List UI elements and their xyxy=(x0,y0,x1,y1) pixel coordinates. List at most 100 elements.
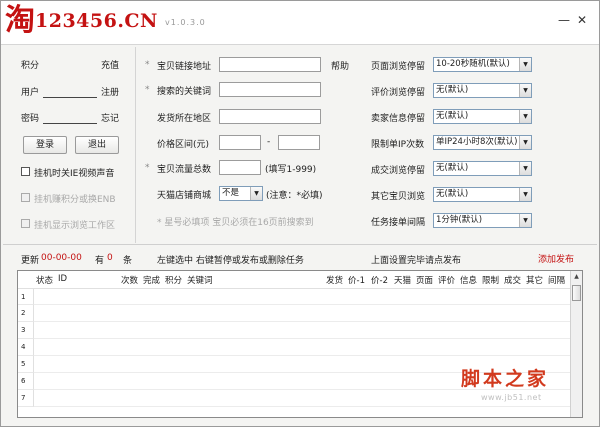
dwell-seller-select-value: 无(默认) xyxy=(436,111,469,121)
chevron-down-icon: ▼ xyxy=(519,110,531,123)
traffic-input[interactable] xyxy=(219,160,261,175)
dwell-review-select-value: 无(默认) xyxy=(436,85,469,95)
other-items-select[interactable]: 无(默认) ▼ xyxy=(433,187,532,202)
tmall-note: (注意：*必填) xyxy=(266,191,323,201)
col-price-max[interactable]: 价-2 xyxy=(371,274,388,286)
required-star-icon: * xyxy=(145,60,150,70)
row-number: 1 xyxy=(18,288,34,305)
ip-limit-select[interactable]: 单IP24小时8次(默认) ▼ xyxy=(433,135,532,150)
col-page[interactable]: 页面 xyxy=(416,274,433,286)
register-link[interactable]: 注册 xyxy=(101,85,119,98)
row-number: 2 xyxy=(18,305,34,322)
update-value: 00-00-00 xyxy=(41,253,82,263)
password-input[interactable] xyxy=(43,123,97,124)
col-tmall[interactable]: 天猫 xyxy=(394,274,411,286)
password-label: 密码 xyxy=(21,114,40,124)
dwell-review-select[interactable]: 无(默认) ▼ xyxy=(433,83,532,98)
url-input[interactable] xyxy=(219,57,321,72)
points-label: 积分 xyxy=(21,61,40,71)
col-review[interactable]: 评价 xyxy=(438,274,455,286)
show-workspace-checkbox-label: 挂机显示浏览工作区 xyxy=(34,221,116,231)
logout-button[interactable]: 退出 xyxy=(75,136,119,154)
col-keyword[interactable]: 关键词 xyxy=(187,274,213,286)
table-row[interactable] xyxy=(34,322,570,339)
col-count[interactable]: 次数 xyxy=(121,274,138,286)
col-price-min[interactable]: 价-1 xyxy=(348,274,365,286)
login-button[interactable]: 登录 xyxy=(23,136,67,154)
chevron-down-icon: ▼ xyxy=(519,162,531,175)
forgot-link[interactable]: 忘记 xyxy=(101,111,119,124)
add-publish-link[interactable]: 添加发布 xyxy=(538,252,574,265)
traffic-label: 宝贝流量总数 xyxy=(157,165,212,175)
version-label: v1.0.3.0 xyxy=(165,18,206,27)
price-max-input[interactable] xyxy=(278,135,320,150)
table-scrollbar[interactable]: ▲ xyxy=(570,271,582,417)
required-star-icon: * xyxy=(145,163,150,173)
col-deal[interactable]: 成交 xyxy=(504,274,521,286)
col-status[interactable]: 状态 xyxy=(36,274,53,286)
col-other[interactable]: 其它 xyxy=(526,274,543,286)
location-label: 发货所在地区 xyxy=(157,114,212,124)
dwell-deal-select-value: 无(默认) xyxy=(436,163,469,173)
col-ship[interactable]: 发货 xyxy=(326,274,343,286)
scroll-up-icon[interactable]: ▲ xyxy=(571,271,582,283)
keyword-input[interactable] xyxy=(219,82,321,97)
switch-checkbox-label: 挂机赚积分或换ENB xyxy=(34,195,116,205)
col-limit[interactable]: 限制 xyxy=(482,274,499,286)
col-interval[interactable]: 间隔 xyxy=(548,274,565,286)
location-input[interactable] xyxy=(219,109,321,124)
chevron-down-icon: ▼ xyxy=(250,187,262,200)
app-window: 淘 123456.CN v1.0.3.0 — ✕ 积分 充值 用户 注册 密码 … xyxy=(0,0,600,427)
dwell-seller-select[interactable]: 无(默认) ▼ xyxy=(433,109,532,124)
count-value: 0 xyxy=(107,253,113,263)
left-divider xyxy=(135,47,136,243)
watermark-logo: 脚本之家 xyxy=(461,368,550,390)
required-star-icon: * xyxy=(145,85,150,95)
task-hint: 左键选中 右键暂停或发布或删除任务 xyxy=(157,256,304,266)
traffic-hint: (填写1-999) xyxy=(265,165,317,175)
mute-checkbox-label: 挂机时关IE视频声音 xyxy=(34,169,115,179)
show-workspace-checkbox[interactable] xyxy=(21,219,30,228)
user-label: 用户 xyxy=(21,88,40,98)
row-number: 3 xyxy=(18,322,34,339)
publish-hint: 上面设置完毕请点发布 xyxy=(371,256,462,266)
update-label: 更新 xyxy=(21,256,40,266)
close-button[interactable]: ✕ xyxy=(575,13,589,27)
scroll-thumb[interactable] xyxy=(572,285,581,301)
title-bar: 淘 123456.CN v1.0.3.0 — ✕ xyxy=(1,1,599,45)
section-divider xyxy=(3,244,597,245)
switch-checkbox[interactable] xyxy=(21,193,30,202)
col-points[interactable]: 积分 xyxy=(165,274,182,286)
table-header: 状态 ID 次数 完成 积分 关键词 发货 价-1 价-2 天猫 页面 评价 信… xyxy=(18,271,570,288)
user-input[interactable] xyxy=(43,97,97,98)
col-done[interactable]: 完成 xyxy=(143,274,160,286)
price-dash: - xyxy=(267,137,271,147)
tmall-select[interactable]: 不是 ▼ xyxy=(219,186,263,201)
logo-icon: 淘 xyxy=(5,3,35,38)
dwell-seller-label: 卖家信息停留 xyxy=(371,114,426,124)
dwell-page-select[interactable]: 10-20秒随机(默认) ▼ xyxy=(433,57,532,72)
price-min-input[interactable] xyxy=(219,135,261,150)
task-interval-select[interactable]: 1分钟(默认) ▼ xyxy=(433,213,532,228)
row-number: 7 xyxy=(18,390,34,407)
table-row[interactable] xyxy=(34,305,570,322)
other-items-select-value: 无(默认) xyxy=(436,189,469,199)
chevron-down-icon: ▼ xyxy=(519,214,531,227)
table-row[interactable] xyxy=(34,339,570,356)
mute-checkbox[interactable] xyxy=(21,167,30,176)
ip-limit-select-value: 单IP24小时8次(默认) xyxy=(436,137,518,147)
tmall-label: 天猫店铺商城 xyxy=(157,191,212,201)
price-label: 价格区间(元) xyxy=(157,140,210,150)
url-label: 宝贝链接地址 xyxy=(157,62,212,72)
table-row[interactable] xyxy=(34,288,570,305)
chevron-down-icon: ▼ xyxy=(519,58,531,71)
minimize-button[interactable]: — xyxy=(557,13,571,27)
chevron-down-icon: ▼ xyxy=(519,188,531,201)
help-link[interactable]: 帮助 xyxy=(331,59,349,72)
row-number: 5 xyxy=(18,356,34,373)
count-suffix: 条 xyxy=(123,256,133,266)
dwell-deal-select[interactable]: 无(默认) ▼ xyxy=(433,161,532,176)
col-id[interactable]: ID xyxy=(58,274,67,284)
recharge-link[interactable]: 充值 xyxy=(101,58,119,71)
col-info[interactable]: 信息 xyxy=(460,274,477,286)
